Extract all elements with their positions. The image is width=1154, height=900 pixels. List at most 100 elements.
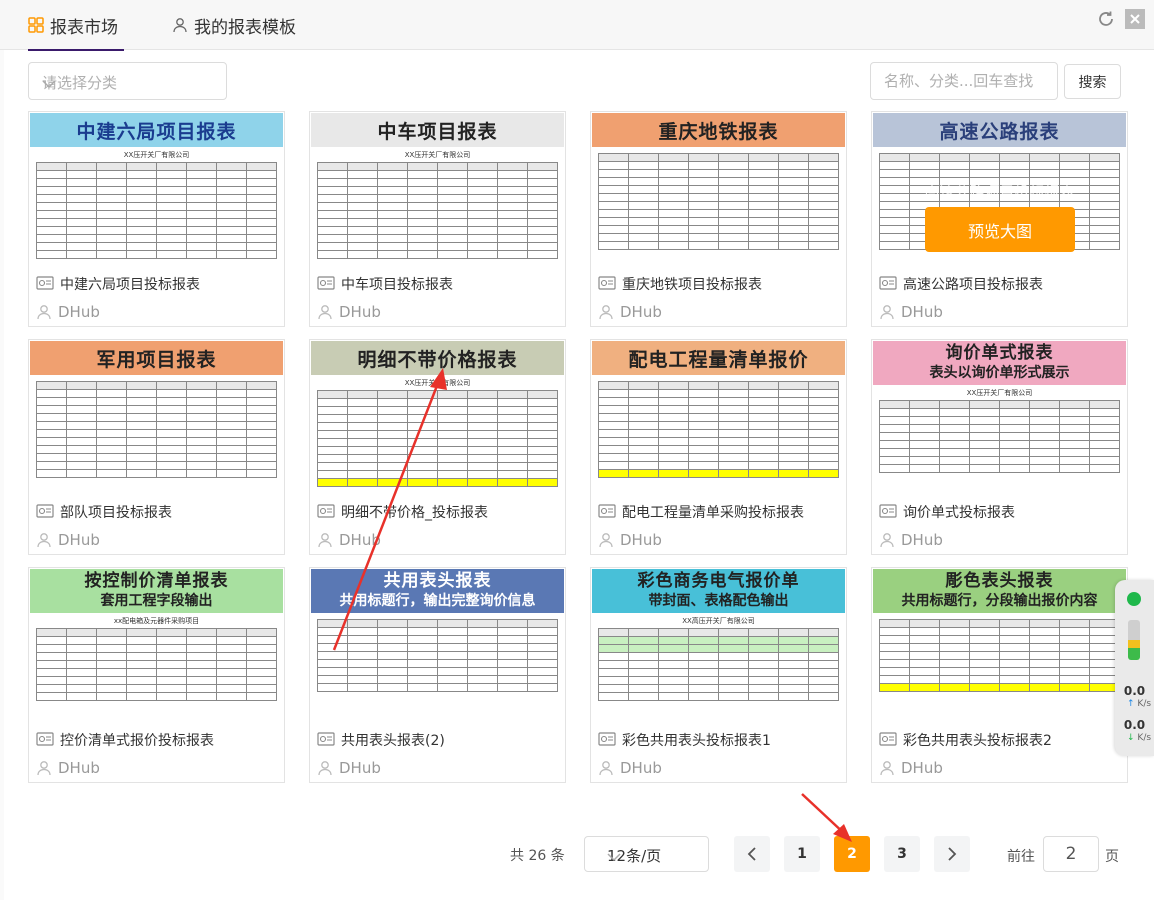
refresh-icon[interactable] [1096,9,1116,29]
report-author-row: DHub [36,530,100,550]
report-author-row: DHub [317,302,381,322]
close-icon[interactable] [1125,9,1145,29]
report-card[interactable]: 询价单式报表 表头以询价单形式展示 XX压开关厂有限公司 询价单式投标报表 DHub [871,339,1128,555]
thumbnail-caption: xx配电箱及元器件采购项目 [113,617,200,625]
page-button-1[interactable]: 1 [784,836,820,872]
report-title-row: 重庆地铁项目投标报表 [598,274,762,294]
download-unit: K/s [1137,733,1152,743]
prev-page-button[interactable] [734,836,770,872]
report-author-row: DHub [879,530,943,550]
thumbnail-banner: 共用表头报表共用标题行，输出完整询价信息 [311,569,564,613]
report-card[interactable]: 重庆地铁报表重庆地铁项目投标报表 DHub [590,111,847,327]
total-count: 共 26 条 [510,848,565,864]
thumbnail-banner: 军用项目报表 [30,341,283,375]
report-title: 明细不带价格_投标报表 [341,505,488,521]
report-title: 共用表头报表(2) [341,733,445,749]
report-thumbnail: 彩色商务电气报价单 带封面、表格配色输出 XX高压开关厂有限公司 [592,569,845,725]
report-card[interactable]: 明细不带价格报表 XX压开关厂有限公司 明细不带价格_投标报表 DHub [309,339,566,555]
page-size-select[interactable]: 12条/页 [584,836,709,872]
report-icon [879,732,897,748]
report-card[interactable]: 高速公路报表 高速公路项目投标报表 预览大图 高速公路项目投标报表 DHub [871,111,1128,327]
thumbnail-banner: 中建六局项目报表 [30,113,283,147]
thumbnail-sheet: XX压开关厂有限公司 [317,379,558,493]
thumbnail-sheet [598,379,839,493]
report-author-row: DHub [598,302,662,322]
thumbnail-table [598,628,839,701]
report-thumbnail: 中建六局项目报表 XX压开关厂有限公司 [30,113,283,269]
thumbnail-banner: 彩色商务电气报价单 带封面、表格配色输出 [592,569,845,613]
report-thumbnail: 中车项目报表 XX压开关厂有限公司 [311,113,564,269]
thumbnail-caption: XX压开关厂有限公司 [404,151,471,159]
report-title: 中车项目投标报表 [341,277,453,293]
goto-unit: 页 [1105,849,1119,865]
upload-speed: 0.0 [1123,684,1146,698]
tab-report-market[interactable]: 报表市场 [28,0,124,51]
download-speed: 0.0 [1123,718,1146,732]
report-card[interactable]: 彩色商务电气报价单 带封面、表格配色输出 XX高压开关厂有限公司彩色共用表头投标报表… [590,567,847,783]
thumbnail-subtitle: 共用标题行，分段输出报价内容 [901,593,1098,609]
thumbnail-table [598,381,839,478]
chevron-right-icon [948,847,957,861]
report-author: DHub [620,531,662,549]
thumbnail-subtitle: 共用标题行，输出完整询价信息 [339,593,536,609]
network-speed-widget[interactable]: 0.0 ↑ K/s 0.0 ↓ K/s [1115,580,1154,756]
thumbnail-title: 配电工程量清单报价 [628,348,809,371]
thumbnail-sheet [36,379,277,493]
report-icon [36,276,54,292]
page-button-2[interactable]: 2 [834,836,870,872]
user-icon [879,532,895,548]
next-page-button[interactable] [934,836,970,872]
report-card[interactable]: 按控制价清单报表 套用工程字段输出 xx配电箱及元器件采购项目 控价清单式报价投标报表… [28,567,285,783]
thumbnail-table [36,628,277,701]
thumbnail-sheet: xx配电箱及元器件采购项目 [36,617,277,721]
report-title: 配电工程量清单采购投标报表 [622,505,804,521]
report-title-row: 配电工程量清单采购投标报表 [598,502,804,522]
report-card[interactable]: 中建六局项目报表 XX压开关厂有限公司 中建六局项目投标报表 DHub [28,111,285,327]
arrow-up-icon: ↑ [1127,699,1135,709]
report-icon [598,504,616,520]
report-author: DHub [58,759,100,777]
thumbnail-table [317,162,558,259]
header-bar: 报表市场 我的报表模板 [0,0,1154,51]
thumbnail-title: 彫色表头报表 [945,571,1054,591]
thumbnail-title: 共用表头报表 [383,571,492,591]
page-button-3[interactable]: 3 [884,836,920,872]
user-icon [36,760,52,776]
search-input[interactable] [870,62,1058,100]
thumbnail-banner: 高速公路报表 [873,113,1126,147]
report-title-row: 中车项目投标报表 [317,274,453,294]
arrow-down-icon: ↓ [1127,733,1135,743]
upload-unit: K/s [1137,699,1152,709]
preview-large-button[interactable]: 预览大图 [925,207,1075,252]
report-author-row: DHub [879,758,943,778]
thumbnail-title: 中建六局项目报表 [76,120,237,143]
thumbnail-title: 重庆地铁报表 [658,120,779,143]
report-card[interactable]: 共用表头报表共用标题行，输出完整询价信息 共用表头报表(2) DHub [309,567,566,783]
goto-page-input[interactable] [1043,836,1099,872]
category-select[interactable]: 请选择分类 [28,62,227,100]
thumbnail-subtitle: 带封面、表格配色输出 [648,593,789,609]
user-icon [598,532,614,548]
report-title: 控价清单式报价投标报表 [60,733,214,749]
search-button[interactable]: 搜索 [1064,64,1121,99]
report-card[interactable]: 配电工程量清单报价配电工程量清单采购投标报表 DHub [590,339,847,555]
thumbnail-table [879,400,1120,473]
report-card[interactable]: 军用项目报表部队项目投标报表 DHub [28,339,285,555]
report-title-row: 部队项目投标报表 [36,502,172,522]
report-author-row: DHub [317,758,381,778]
tab-my-templates[interactable]: 我的报表模板 [172,0,304,50]
report-icon [879,276,897,292]
thumbnail-banner: 询价单式报表 表头以询价单形式展示 [873,341,1126,385]
report-author: DHub [339,531,381,549]
report-card[interactable]: 彫色表头报表 共用标题行，分段输出报价内容 彩色共用表头投标报表2 DHub [871,567,1128,783]
report-thumbnail: 军用项目报表 [30,341,283,497]
report-icon [317,504,335,520]
report-title: 询价单式投标报表 [903,505,1015,521]
grid-icon [28,17,44,33]
thumbnail-sheet: XX高压开关厂有限公司 [598,617,839,721]
report-card[interactable]: 中车项目报表 XX压开关厂有限公司中车项目投标报表 DHub [309,111,566,327]
usage-bar [1128,620,1140,660]
report-icon [598,276,616,292]
report-title-row: 彩色共用表头投标报表1 [598,730,771,750]
thumbnail-caption: XX压开关厂有限公司 [404,379,471,387]
